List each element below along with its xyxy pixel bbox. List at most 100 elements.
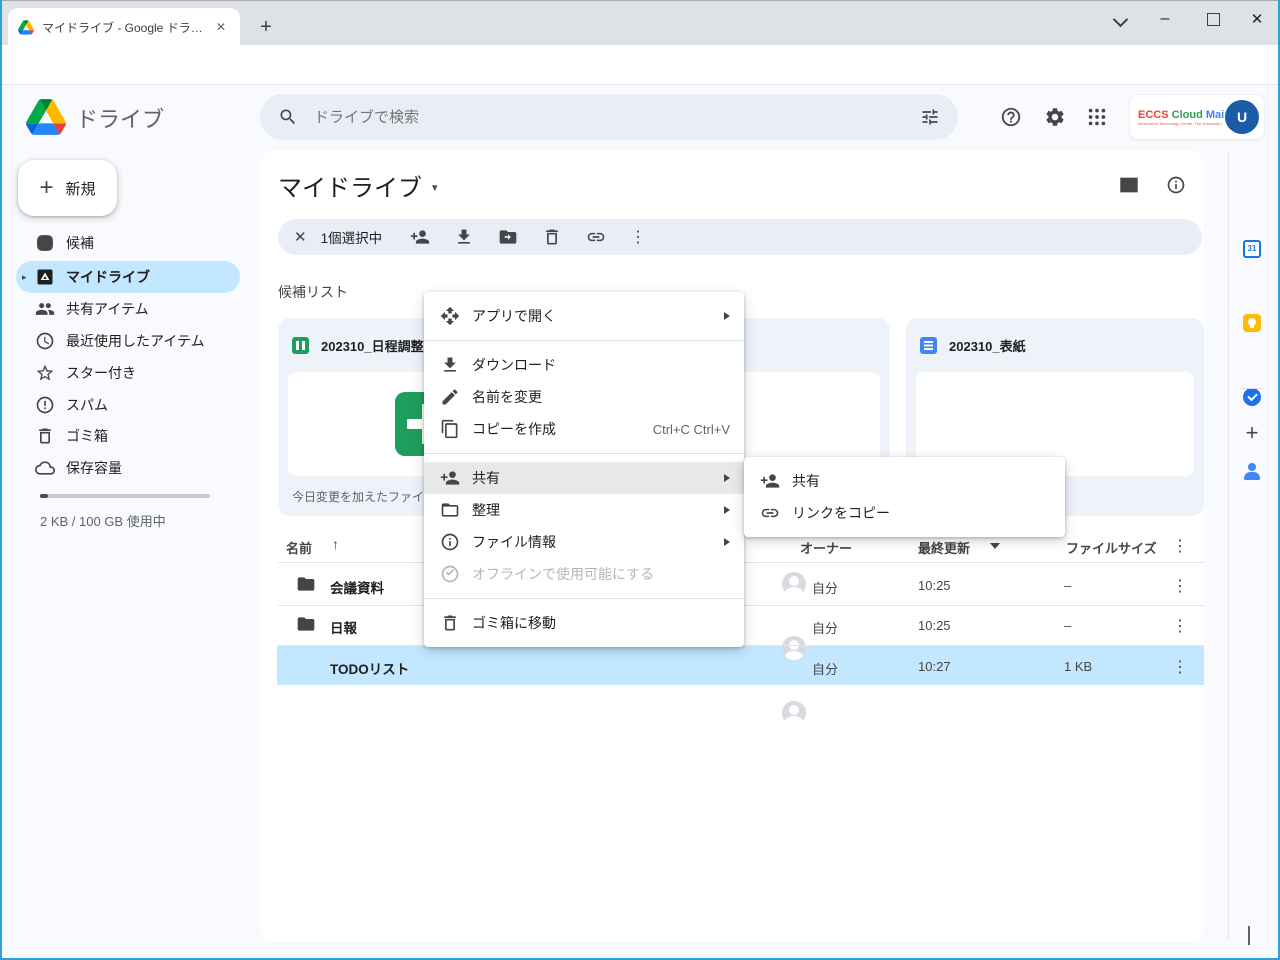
sidebar-item-my-drive[interactable]: ▸ マイドライブ	[16, 261, 240, 293]
contacts-app-icon[interactable]	[1243, 462, 1261, 480]
calendar-app-icon[interactable]	[1243, 240, 1261, 258]
column-header-modified[interactable]: 最終更新	[918, 538, 970, 557]
new-button[interactable]: + 新規	[18, 160, 117, 216]
menu-item-download[interactable]: ダウンロード	[424, 349, 744, 381]
chevron-right-icon	[1248, 926, 1250, 945]
owner-avatar-icon	[782, 701, 806, 725]
divider	[1240, 388, 1264, 389]
sidebar-item-shared[interactable]: 共有アイテム	[16, 293, 240, 325]
person-add-icon	[440, 468, 460, 488]
menu-item-share[interactable]: 共有	[424, 462, 744, 494]
copy-link-button[interactable]	[586, 227, 606, 247]
settings-button[interactable]	[1044, 106, 1066, 128]
search-input[interactable]	[312, 108, 920, 127]
submenu-item-copy-link[interactable]: リンクをコピー	[744, 497, 1065, 529]
person-add-icon	[760, 471, 780, 491]
open-with-icon	[440, 306, 460, 326]
submenu-arrow-icon	[724, 506, 730, 514]
sidebar-item-trash[interactable]: ゴミ箱	[16, 420, 240, 452]
maximize-icon	[1207, 13, 1220, 26]
menu-item-file-info[interactable]: ファイル情報	[424, 526, 744, 558]
menu-item-organize[interactable]: 整理	[424, 494, 744, 526]
sidebar-item-starred[interactable]: スター付き	[16, 357, 240, 389]
apps-grid-button[interactable]	[1086, 106, 1108, 128]
trash-icon	[542, 227, 562, 247]
title-dropdown-icon[interactable]: ▾	[432, 177, 438, 194]
chevron-down-icon	[1112, 11, 1128, 27]
link-icon	[760, 503, 780, 523]
folder-icon	[296, 574, 316, 594]
folder-open-icon	[440, 500, 460, 520]
divider	[1228, 150, 1229, 940]
menu-item-rename[interactable]: 名前を変更	[424, 381, 744, 413]
collapse-panel-button[interactable]	[1248, 926, 1250, 944]
menu-item-move-to-trash[interactable]: ゴミ箱に移動	[424, 607, 744, 639]
sort-descending-icon[interactable]	[990, 543, 1000, 549]
column-header-size[interactable]: ファイルサイズ	[1066, 538, 1160, 557]
window-minimize-button[interactable]: –	[1148, 4, 1182, 34]
window-maximize-button[interactable]	[1196, 4, 1230, 34]
sidebar-item-suggestions[interactable]: 候補	[16, 227, 240, 259]
clear-selection-button[interactable]: ✕	[294, 228, 307, 246]
sort-ascending-icon[interactable]: ↑	[332, 536, 339, 552]
divider	[424, 340, 744, 341]
sidebar-item-spam[interactable]: スパム	[16, 389, 240, 421]
window-close-button[interactable]: ✕	[1240, 4, 1274, 34]
menu-item-make-copy[interactable]: コピーを作成 Ctrl+C Ctrl+V	[424, 413, 744, 445]
more-actions-button[interactable]: ⋮	[630, 227, 646, 247]
new-tab-button[interactable]: +	[252, 13, 280, 41]
row-more-button[interactable]: ⋮	[1172, 576, 1188, 596]
row-more-button[interactable]: ⋮	[1172, 616, 1188, 636]
drive-logo-icon	[26, 99, 66, 135]
drive-favicon-icon	[18, 20, 34, 35]
help-button[interactable]	[1000, 106, 1022, 128]
sidebar-item-recent[interactable]: 最近使用したアイテム	[16, 325, 240, 357]
sheets-file-icon	[292, 337, 309, 354]
tab-close-icon[interactable]: ✕	[212, 18, 230, 36]
details-button[interactable]	[1166, 175, 1186, 195]
drive-logo[interactable]	[26, 99, 66, 135]
apps-grid-icon	[1086, 106, 1108, 128]
account-avatar[interactable]: U	[1225, 100, 1259, 134]
search-icon	[278, 107, 298, 127]
submenu-arrow-icon	[724, 538, 730, 546]
row-more-button[interactable]: ⋮	[1172, 657, 1188, 677]
account-badge[interactable]: ECCS Cloud Mail Information Technology C…	[1130, 95, 1264, 139]
expand-caret-icon[interactable]: ▸	[22, 272, 27, 283]
info-icon	[1166, 175, 1186, 195]
sidebar-item-storage[interactable]: 保存容量	[16, 452, 240, 484]
submenu-item-share[interactable]: 共有	[744, 465, 1065, 497]
account-badge-logo: ECCS Cloud Mail Information Technology C…	[1138, 109, 1225, 126]
grid-view-toggle[interactable]	[1118, 174, 1140, 196]
trash-selected-button[interactable]	[542, 227, 562, 247]
download-selected-button[interactable]	[454, 227, 474, 247]
column-header-name[interactable]: 名前	[286, 538, 312, 557]
keep-app-icon[interactable]	[1243, 314, 1261, 332]
download-icon	[440, 355, 460, 375]
menu-item-open-with[interactable]: アプリで開く	[424, 300, 744, 332]
approved-check-icon	[35, 233, 55, 253]
tab-search-button[interactable]	[1103, 4, 1137, 34]
browser-tab[interactable]: マイドライブ - Google ドライブ ✕	[8, 8, 240, 46]
window-frame-left	[0, 0, 2, 960]
search-bar[interactable]	[260, 94, 958, 140]
selection-toolbar: ✕ 1個選択中 ⋮	[278, 219, 1202, 255]
page-title: マイドライブ	[278, 168, 422, 203]
people-icon	[35, 299, 55, 319]
tasks-app-icon[interactable]	[1243, 388, 1261, 406]
column-header-owner[interactable]: オーナー	[800, 538, 852, 557]
browser-toolbar: drive.google.com/drive/my-drive ☆ U ⋮	[0, 45, 1280, 85]
list-settings-button[interactable]: ⋮	[1172, 536, 1188, 556]
divider	[424, 598, 744, 599]
owner-avatar-icon	[782, 636, 806, 660]
move-selected-button[interactable]	[498, 227, 518, 247]
share-selected-button[interactable]	[410, 227, 430, 247]
pencil-icon	[440, 387, 460, 407]
add-addon-button[interactable]: +	[1241, 422, 1263, 444]
card-caption: 今日変更を加えたファイル	[292, 488, 436, 505]
search-options-icon[interactable]	[920, 107, 940, 127]
shortcut-hint: Ctrl+C Ctrl+V	[653, 422, 730, 437]
breadcrumb[interactable]: マイドライブ ▾	[278, 168, 438, 203]
tab-title: マイドライブ - Google ドライブ	[42, 19, 212, 36]
link-icon	[586, 227, 606, 247]
